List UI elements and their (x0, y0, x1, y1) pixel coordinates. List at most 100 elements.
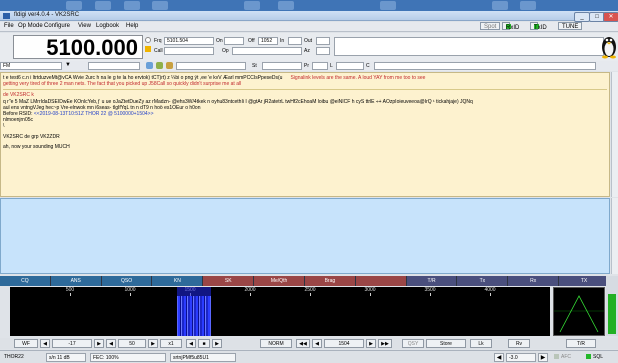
menu-logbook[interactable]: Logbook (96, 23, 119, 29)
rxid-toggle[interactable]: RxID (502, 22, 519, 31)
txid-toggle[interactable]: TxID (530, 22, 547, 31)
out-field[interactable] (316, 37, 330, 45)
tux-logo-icon (600, 33, 618, 61)
macro-button-3[interactable]: QSO (101, 276, 153, 286)
macro-button-4[interactable]: KN (152, 276, 204, 286)
macro-button-2[interactable]: ANS (50, 276, 102, 286)
off-field[interactable]: 1052 (258, 37, 278, 45)
macro-button-8[interactable] (355, 276, 407, 286)
taskbar-app-icon[interactable] (520, 1, 536, 10)
tune-button[interactable]: TUNE (558, 22, 583, 30)
freq-radio-icon[interactable] (145, 37, 151, 43)
province-field[interactable] (312, 62, 328, 70)
taskbar-app-icon[interactable] (380, 1, 396, 10)
refresh-icon[interactable] (146, 62, 153, 69)
status-message (240, 353, 490, 362)
tr-button[interactable]: T/R (566, 339, 596, 348)
taskbar-app-icon[interactable] (66, 1, 82, 10)
op-field[interactable] (232, 47, 302, 55)
offset-increase-button[interactable]: ▶ (94, 339, 104, 348)
save-icon[interactable] (166, 62, 173, 69)
frq-field[interactable]: 5101.504 (164, 37, 214, 45)
tx-text-pane[interactable] (0, 198, 610, 274)
notes-field[interactable] (334, 37, 604, 56)
taskbar-app-icon[interactable] (278, 1, 294, 10)
globe-icon[interactable] (156, 62, 163, 69)
mode-select[interactable]: FM (0, 62, 62, 70)
taskbar-app-icon[interactable] (95, 1, 111, 10)
macro-button-11[interactable]: Rx (508, 276, 560, 286)
taskbar-app-icon[interactable] (152, 1, 168, 10)
macro-button-12[interactable]: TX (559, 276, 610, 286)
spot-toggle[interactable]: Spot (480, 22, 501, 30)
macro-button-1[interactable]: CQ (0, 276, 51, 286)
bandwidth-select[interactable] (88, 62, 140, 70)
c-label: C (366, 63, 370, 69)
att-increase-button[interactable]: ▶ (538, 353, 548, 362)
country-field[interactable] (374, 62, 596, 70)
stop-button[interactable]: ■ (198, 339, 210, 348)
reverse-button[interactable]: Rv (508, 339, 530, 348)
in-field[interactable] (288, 37, 302, 45)
macro-button-9[interactable]: T/R (406, 276, 458, 286)
macro-button-5[interactable]: SK (203, 276, 255, 286)
rx-text-pane[interactable]: t e test6 c.n i ltrtduzveMt@vCA Wvie 2ur… (0, 72, 610, 197)
fast-forward-button[interactable]: ▶▶ (378, 339, 392, 348)
call-field[interactable] (164, 47, 214, 55)
digiscope-display[interactable] (553, 287, 605, 336)
norm-button[interactable]: NORM (260, 339, 292, 348)
offset-decrease-button[interactable]: ◀ (40, 339, 50, 348)
chevron-down-icon[interactable]: ▼ (65, 62, 71, 68)
menu-view[interactable]: View (78, 23, 91, 29)
status-imd: srtnjPMf5u85U1 (170, 353, 236, 362)
menu-help[interactable]: Help (126, 23, 138, 29)
time-field[interactable] (176, 62, 246, 70)
offset-field[interactable]: -17 (52, 339, 92, 348)
macro-button-6[interactable]: Me/Qth (254, 276, 305, 286)
step-increase-button[interactable]: ▶ (148, 339, 158, 348)
waterfall-display[interactable] (10, 296, 550, 336)
rx-scrollbar[interactable] (611, 72, 618, 197)
lock-button[interactable]: Lk (470, 339, 492, 348)
wf-mode-button[interactable]: WF (14, 339, 38, 348)
sql-toggle[interactable]: SQL (584, 353, 616, 362)
tx-scrollbar[interactable] (611, 198, 618, 274)
step-field[interactable]: 50 (118, 339, 146, 348)
rx-line: ah, now your sounding MUCH (3, 143, 70, 150)
afc-led (554, 354, 559, 360)
menu-file[interactable]: File (4, 23, 14, 29)
on-field[interactable] (224, 37, 244, 45)
att-field[interactable]: -3.0 (506, 353, 536, 362)
macro-button-7[interactable]: Brag (304, 276, 356, 286)
play-button[interactable]: ▶ (212, 339, 222, 348)
taskbar-app-icon[interactable] (244, 1, 260, 10)
step-decrease-button[interactable]: ◀ (106, 339, 116, 348)
rewind-button[interactable]: ◀◀ (296, 339, 310, 348)
zoom-select[interactable]: x1 (160, 339, 182, 348)
out-label: Out (304, 38, 313, 44)
back-button[interactable]: ◀ (312, 339, 322, 348)
az-field[interactable] (316, 47, 330, 55)
forward-button[interactable]: ▶ (366, 339, 376, 348)
menu-configure[interactable]: Configure (44, 23, 70, 29)
afc-toggle[interactable]: AFC (552, 353, 580, 362)
att-decrease-button[interactable]: ◀ (494, 353, 504, 362)
taskbar-app-icon[interactable] (124, 1, 140, 10)
state-field[interactable] (262, 62, 302, 70)
menu-op-mode[interactable]: Op Mode (18, 23, 43, 29)
frequency-scale: 5001000150020002500300035004000 (10, 287, 550, 296)
qsy-button[interactable]: QSY (402, 339, 424, 348)
status-mode[interactable]: THOR22 (2, 353, 42, 362)
waterfall-controls: WF ◀ -17 ▶ ◀ 50 ▶ x1 ◀ ■ ▶ NORM ◀◀ ◀ 150… (0, 338, 618, 349)
taskbar-app-icon[interactable] (492, 1, 508, 10)
call-lookup-icon[interactable] (145, 46, 151, 52)
minimize-button[interactable]: _ (574, 12, 590, 22)
audio-freq-field[interactable]: 1504 (324, 339, 364, 348)
locator-field[interactable] (336, 62, 364, 70)
close-button[interactable]: ✕ (603, 12, 618, 22)
macro-button-10[interactable]: Tx (457, 276, 509, 286)
bandwidth-cursor[interactable] (177, 287, 211, 296)
zoom-out-button[interactable]: ◀ (186, 339, 196, 348)
store-button[interactable]: Store (426, 339, 466, 348)
frequency-display[interactable]: 5100.000 (13, 35, 143, 60)
